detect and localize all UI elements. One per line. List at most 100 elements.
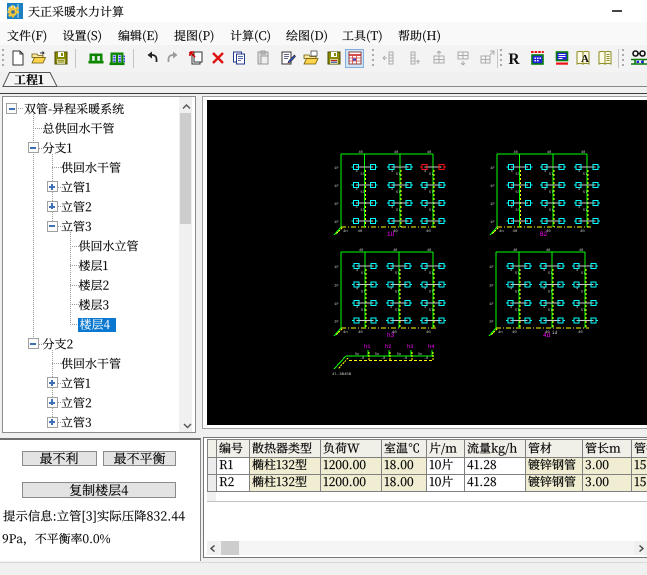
svg-text:1F: 1F: [334, 285, 339, 289]
svg-text:5l: 5l: [361, 190, 365, 195]
svg-text:5l: 5l: [515, 290, 519, 295]
svg-text:5l: 5l: [549, 172, 553, 177]
svg-text:4: 4: [424, 306, 426, 310]
svg-text:40: 40: [358, 331, 363, 335]
svg-text:4: 4: [543, 288, 545, 292]
svg-text:h3: h3: [387, 332, 395, 339]
svg-text:5l: 5l: [581, 290, 585, 295]
svg-text:1F: 1F: [334, 185, 339, 189]
svg-text:4d: 4d: [543, 332, 551, 339]
svg-text:40: 40: [393, 249, 397, 253]
svg-text:1F: 1F: [334, 221, 339, 225]
svg-text:-8: -8: [424, 357, 428, 361]
svg-text:5l: 5l: [515, 271, 519, 276]
svg-text:5l: 5l: [516, 190, 520, 195]
svg-text:id: id: [552, 330, 558, 336]
svg-text:-8: -8: [381, 357, 385, 361]
svg-text:5l: 5l: [429, 172, 433, 177]
svg-text:A: A: [581, 53, 589, 65]
svg-text:5l: 5l: [395, 271, 399, 276]
svg-text:40: 40: [426, 331, 431, 335]
svg-text:40: 40: [513, 249, 517, 253]
svg-text:40: 40: [359, 151, 363, 155]
svg-text:5n: 5n: [418, 353, 422, 357]
svg-text:40: 40: [394, 151, 398, 155]
svg-text:5l: 5l: [548, 290, 552, 295]
svg-text:1F: 1F: [489, 321, 494, 325]
svg-text:h1: h1: [364, 343, 371, 350]
svg-text:1F: 1F: [489, 303, 494, 307]
svg-text:5l: 5l: [549, 190, 553, 195]
svg-text:4: 4: [390, 269, 392, 273]
svg-text:5l: 5l: [516, 172, 520, 177]
svg-text:1F: 1F: [334, 303, 339, 307]
svg-text:1F: 1F: [490, 185, 495, 189]
svg-text:1F: 1F: [490, 203, 495, 207]
svg-text:1F: 1F: [334, 167, 339, 171]
svg-text:4: 4: [576, 288, 578, 292]
svg-text:4: 4: [424, 288, 426, 292]
svg-text:5n: 5n: [375, 353, 379, 357]
svg-text:1F: 1F: [334, 321, 339, 325]
svg-text:5l: 5l: [429, 290, 433, 295]
svg-text:5l: 5l: [361, 308, 365, 313]
svg-text:4: 4: [391, 188, 393, 192]
svg-text:4: 4: [576, 306, 578, 310]
svg-text:h4: h4: [428, 343, 435, 350]
svg-text:40: 40: [359, 249, 363, 253]
svg-text:4: 4: [510, 288, 512, 292]
svg-text:4: 4: [544, 206, 546, 210]
svg-text:1F: 1F: [490, 167, 495, 171]
svg-text:4: 4: [544, 170, 546, 174]
svg-text:4: 4: [578, 188, 580, 192]
svg-text:4: 4: [390, 288, 392, 292]
svg-text:1F: 1F: [490, 221, 495, 225]
svg-text:1U: 1U: [387, 231, 395, 238]
svg-text:4: 4: [543, 306, 545, 310]
svg-text:5l: 5l: [429, 208, 433, 213]
svg-text:h3: h3: [407, 343, 414, 350]
svg-text:5n: 5n: [355, 353, 359, 357]
svg-text:40: 40: [578, 331, 583, 335]
svg-text:4: 4: [510, 269, 512, 273]
svg-text:5l: 5l: [361, 271, 365, 276]
svg-text:B2: B2: [540, 231, 548, 238]
svg-text:4: 4: [356, 306, 358, 310]
svg-text:4: 4: [576, 269, 578, 273]
svg-text:5l: 5l: [516, 208, 520, 213]
svg-text:40: 40: [547, 151, 551, 155]
svg-text:4: 4: [578, 170, 580, 174]
svg-text:5l: 5l: [396, 208, 400, 213]
svg-text:5l: 5l: [549, 208, 553, 213]
svg-text:1F: 1F: [489, 266, 494, 270]
svg-text:40: 40: [512, 331, 517, 335]
svg-text:40: 40: [513, 230, 518, 234]
svg-text:4: 4: [356, 206, 358, 210]
svg-text:5l: 5l: [548, 308, 552, 313]
svg-text:40: 40: [581, 151, 585, 155]
svg-text:40: 40: [580, 230, 585, 234]
svg-text:5n: 5n: [397, 353, 401, 357]
svg-text:5l: 5l: [429, 190, 433, 195]
svg-text:4: 4: [511, 170, 513, 174]
svg-text:40: 40: [426, 230, 431, 234]
svg-text:5l: 5l: [429, 271, 433, 276]
svg-text:4n: 4n: [343, 331, 348, 335]
svg-text:4: 4: [424, 269, 426, 273]
svg-text:1F: 1F: [334, 266, 339, 270]
svg-text:4: 4: [424, 170, 426, 174]
svg-text:4n: 4n: [498, 331, 503, 335]
svg-text:5l: 5l: [581, 308, 585, 313]
svg-text:4: 4: [543, 269, 545, 273]
svg-text:40: 40: [358, 230, 363, 234]
svg-text:4: 4: [391, 206, 393, 210]
svg-text:4: 4: [424, 188, 426, 192]
svg-text:40: 40: [427, 151, 431, 155]
svg-text:40: 40: [427, 249, 431, 253]
svg-text:5l: 5l: [361, 172, 365, 177]
svg-text:5l: 5l: [396, 172, 400, 177]
svg-text:4n: 4n: [343, 230, 348, 234]
svg-text:5l: 5l: [429, 308, 433, 313]
svg-text:40: 40: [514, 151, 518, 155]
svg-text:5l: 5l: [581, 271, 585, 276]
